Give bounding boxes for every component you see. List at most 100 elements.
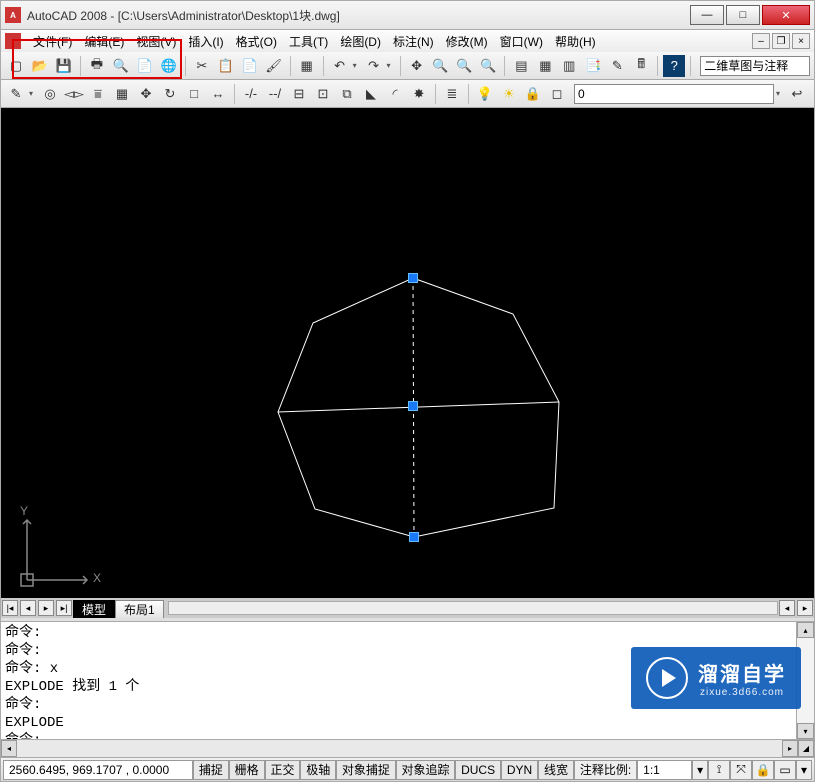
menu-format[interactable]: 格式(O) [230,31,283,52]
toggle-lwt[interactable]: 线宽 [538,760,574,780]
annotation-scale-value[interactable]: 1:1 [637,760,692,780]
drawing-canvas[interactable] [1,108,814,598]
layer-color-icon[interactable]: ◻ [546,83,568,105]
plot-icon[interactable]: 🖶 [86,55,108,77]
tab-last-button[interactable]: ▸| [56,600,72,616]
tab-layout1[interactable]: 布局1 [115,600,164,618]
stretch-icon[interactable]: ↔ [207,83,229,105]
layer-freeze-icon[interactable]: ☀ [498,83,520,105]
grip-midpoint[interactable] [408,401,418,411]
zoom-previous-icon[interactable]: 🔍 [477,55,499,77]
scroll-htrack[interactable] [17,740,782,757]
quickcalc-icon[interactable]: 🖩 [630,55,652,77]
rotate-icon[interactable]: ↻ [159,83,181,105]
break-icon[interactable]: ⊡ [312,83,334,105]
statusbar-lock-icon[interactable]: 🔒 [752,760,774,780]
extend-icon[interactable]: --/ [264,83,286,105]
toggle-osnap[interactable]: 对象捕捉 [336,760,396,780]
block-editor-icon[interactable]: ▦ [296,55,318,77]
sheet-set-icon[interactable]: 📑 [582,55,604,77]
design-center-icon[interactable]: ▦ [534,55,556,77]
toggle-polar[interactable]: 极轴 [300,760,336,780]
redo-dropdown-icon[interactable]: ▾ [387,61,395,70]
redo-icon[interactable]: ↷ [363,55,385,77]
tab-next-button[interactable]: ▸ [38,600,54,616]
annotation-auto-icon[interactable]: ⤧ [730,760,752,780]
layer-previous-icon[interactable]: ↩ [786,83,808,105]
tool-palettes-icon[interactable]: ▥ [558,55,580,77]
drawing-area[interactable]: X Y [0,108,815,598]
trim-icon[interactable]: -/- [240,83,262,105]
grip-endpoint-top[interactable] [408,273,418,283]
pan-icon[interactable]: ✥ [406,55,428,77]
join-icon[interactable]: ⧉ [336,83,358,105]
command-hscrollbar[interactable]: ◂ ▸ ◢ [0,740,815,758]
publish-icon[interactable]: 📄 [134,55,156,77]
erase-dropdown-icon[interactable]: ▾ [29,89,37,98]
help-icon[interactable]: ? [663,55,685,77]
mdi-minimize-button[interactable]: – [752,33,770,49]
scroll-left-button[interactable]: ◂ [1,740,17,757]
menu-file[interactable]: 文件(F) [27,31,78,52]
menu-draw[interactable]: 绘图(D) [334,31,387,52]
undo-dropdown-icon[interactable]: ▾ [353,61,361,70]
mdi-close-button[interactable]: × [792,33,810,49]
resize-grip-icon[interactable]: ◢ [798,740,814,757]
etransmit-icon[interactable]: 🌐 [158,55,180,77]
markup-icon[interactable]: ✎ [606,55,628,77]
layer-selector[interactable] [574,84,774,104]
grip-endpoint-bottom[interactable] [409,532,419,542]
save-icon[interactable]: 💾 [53,55,75,77]
open-icon[interactable]: 📂 [29,55,51,77]
menu-modify[interactable]: 修改(M) [440,31,494,52]
menu-edit[interactable]: 编辑(E) [78,31,130,52]
toggle-snap[interactable]: 捕捉 [193,760,229,780]
copy-icon[interactable]: 📋 [215,55,237,77]
annotation-scale-dropdown-icon[interactable]: ▾ [692,760,708,780]
menu-help[interactable]: 帮助(H) [549,31,602,52]
polygon-midline[interactable] [278,402,559,412]
undo-icon[interactable]: ↶ [329,55,351,77]
tab-first-button[interactable]: |◂ [2,600,18,616]
scroll-down-button[interactable]: ▾ [797,723,814,739]
offset-icon[interactable]: ⩸ [87,83,109,105]
statusbar-fullscreen-icon[interactable]: ▭ [774,760,796,780]
scale-icon[interactable]: □ [183,83,205,105]
zoom-realtime-icon[interactable]: 🔍 [430,55,452,77]
tab-scroll-track[interactable] [168,601,778,615]
layer-dropdown-icon[interactable]: ▾ [776,89,784,98]
layer-lock-icon[interactable]: 🔒 [522,83,544,105]
copy-obj-icon[interactable]: ◎ [39,83,61,105]
move-icon[interactable]: ✥ [135,83,157,105]
tab-scroll-right[interactable]: ▸ [797,600,813,616]
tab-model[interactable]: 模型 [73,600,115,618]
toggle-ortho[interactable]: 正交 [265,760,301,780]
match-prop-icon[interactable]: 🖌 [263,55,285,77]
new-icon[interactable]: ▢ [5,55,27,77]
fillet-icon[interactable]: ◜ [384,83,406,105]
document-icon[interactable] [5,33,21,49]
statusbar-menu-dropdown-icon[interactable]: ▾ [796,760,812,780]
tab-prev-button[interactable]: ◂ [20,600,36,616]
layers-icon[interactable]: ≣ [441,83,463,105]
menu-dim[interactable]: 标注(N) [387,31,440,52]
menu-view[interactable]: 视图(V) [130,31,182,52]
annotation-visibility-icon[interactable]: ⟟ [708,760,730,780]
menu-window[interactable]: 窗口(W) [494,31,549,52]
workspace-selector[interactable] [700,56,810,76]
minimize-button[interactable]: — [690,5,724,25]
erase-icon[interactable]: ✎ [5,83,27,105]
mdi-restore-button[interactable]: ❐ [772,33,790,49]
toggle-grid[interactable]: 栅格 [229,760,265,780]
toggle-otrack[interactable]: 对象追踪 [396,760,456,780]
paste-icon[interactable]: 📄 [239,55,261,77]
plot-preview-icon[interactable]: 🔍 [110,55,132,77]
close-button[interactable]: ✕ [762,5,810,25]
zoom-window-icon[interactable]: 🔍 [453,55,475,77]
menu-tools[interactable]: 工具(T) [283,31,334,52]
toggle-ducs[interactable]: DUCS [455,760,501,780]
properties-icon[interactable]: ▤ [510,55,532,77]
scroll-right-button[interactable]: ▸ [782,740,798,757]
break-point-icon[interactable]: ⊟ [288,83,310,105]
menu-insert[interactable]: 插入(I) [182,31,229,52]
